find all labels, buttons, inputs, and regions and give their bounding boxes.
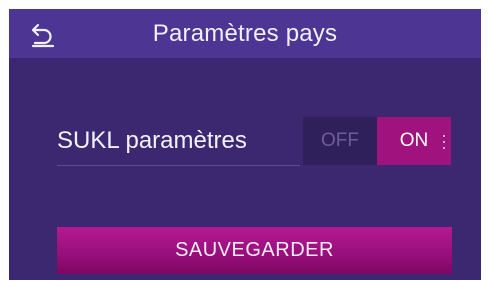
page-title: Paramètres pays <box>152 20 338 47</box>
sukl-setting-row: SUKL paramètres OFF ON <box>57 117 481 167</box>
toggle-on-label: ON <box>399 130 429 151</box>
grip-dots-icon <box>443 135 445 149</box>
toggle-off-option[interactable]: OFF <box>303 117 377 165</box>
save-button[interactable]: SAUVEGARDER <box>57 227 452 274</box>
sukl-toggle[interactable]: OFF ON <box>303 117 451 165</box>
sukl-setting-label: SUKL paramètres <box>57 117 300 166</box>
settings-screen: Paramètres pays SUKL paramètres OFF ON S… <box>9 9 481 280</box>
header-bar: Paramètres pays <box>9 9 481 58</box>
toggle-on-option[interactable]: ON <box>377 117 451 165</box>
